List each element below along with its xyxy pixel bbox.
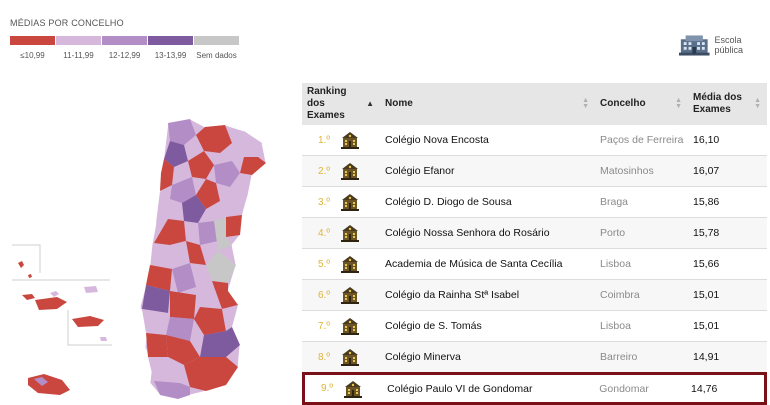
media-cell: 15,01 <box>693 289 720 301</box>
media-cell: 15,78 <box>693 227 720 239</box>
table-row[interactable]: 7.º Colégio de S. Tomás Lisboa 15,01 <box>302 311 767 342</box>
legend-label: 11-11,99 <box>63 51 94 60</box>
table-row[interactable]: 1.º Colégio Nova Encosta Paços de Ferrei… <box>302 125 767 156</box>
portugal-choropleth-map[interactable] <box>0 95 290 405</box>
legend-swatch <box>10 36 55 45</box>
rank-number: 5.º <box>318 258 330 270</box>
media-cell: 14,91 <box>693 351 720 363</box>
legend-item-13: 13-13,99 <box>148 36 193 60</box>
table-body: 1.º Colégio Nova Encosta Paços de Ferrei… <box>302 125 767 405</box>
rank-cell: 7.º <box>302 316 380 336</box>
table-row[interactable]: 4.º Colégio Nossa Senhora do Rosário Por… <box>302 218 767 249</box>
private-school-icon <box>341 349 359 366</box>
private-school-icon <box>341 287 359 304</box>
legend-title: MÉDIAS POR CONCELHO <box>10 18 124 28</box>
concelho-cell: Braga <box>600 196 629 208</box>
private-school-icon <box>341 318 359 335</box>
rank-number: 6.º <box>318 289 330 301</box>
concelho-cell: Paços de Ferreira <box>600 134 684 146</box>
concelho-cell: Lisboa <box>600 320 631 332</box>
private-school-icon <box>341 163 359 180</box>
media-cell: 14,76 <box>691 382 718 395</box>
private-school-icon <box>341 194 359 211</box>
column-header-media[interactable]: Média dos Exames ▲ ▼ <box>688 92 767 116</box>
table-header: Ranking dos Exames ▲ Nome ▲ ▼ Concelho ▲ ▼… <box>302 83 767 125</box>
sort-icon: ▲ ▼ <box>754 97 761 110</box>
column-header-name[interactable]: Nome ▲ ▼ <box>380 97 595 110</box>
legend-label: 13-13,99 <box>154 51 187 60</box>
legend-swatch <box>102 36 147 45</box>
map-legend: MÉDIAS POR CONCELHO ≤10,99 11-11,99 12-1… <box>10 18 239 60</box>
concelho-cell: Matosinhos <box>600 165 654 177</box>
legend-label: ≤10,99 <box>20 51 45 60</box>
legend-item-11: 11-11,99 <box>56 36 101 60</box>
legend-item-sem-dados: Sem dados <box>194 36 239 60</box>
rank-cell: 5.º <box>302 254 380 274</box>
legend-label: 12-12,99 <box>108 51 141 60</box>
media-cell: 15,86 <box>693 196 720 208</box>
legend-swatch <box>194 36 239 45</box>
media-cell: 16,07 <box>693 165 720 177</box>
public-school-icon <box>678 35 710 56</box>
private-school-icon <box>341 256 359 273</box>
rank-number: 4.º <box>318 227 330 239</box>
rank-number: 8.º <box>318 351 330 363</box>
rank-cell: 6.º <box>302 285 380 305</box>
rank-number: 7.º <box>318 320 330 332</box>
school-name-cell: Colégio D. Diogo de Sousa <box>385 196 512 208</box>
school-type-key: Escola pública <box>678 33 770 57</box>
school-name-cell: Colégio Minerva <box>385 351 461 363</box>
private-school-icon <box>341 132 359 149</box>
school-name-cell: Academia de Música de Santa Cecília <box>385 258 563 270</box>
legend-item-12: 12-12,99 <box>102 36 147 60</box>
rank-number: 2.º <box>318 165 330 177</box>
rank-cell: 4.º <box>302 223 380 243</box>
concelho-cell: Lisboa <box>600 258 631 270</box>
concelho-cell: Barreiro <box>600 351 638 363</box>
column-header-concelho[interactable]: Concelho ▲ ▼ <box>595 97 688 110</box>
table-row[interactable]: 6.º Colégio da Rainha Stª Isabel Coimbra… <box>302 280 767 311</box>
rank-cell: 3.º <box>302 192 380 212</box>
media-cell: 16,10 <box>693 134 720 146</box>
concelho-cell: Porto <box>600 227 626 239</box>
media-cell: 15,66 <box>693 258 720 270</box>
table-row[interactable]: 5.º Academia de Música de Santa Cecília … <box>302 249 767 280</box>
ranking-table: Ranking dos Exames ▲ Nome ▲ ▼ Concelho ▲ ▼… <box>302 83 767 405</box>
school-name-cell: Colégio Efanor <box>385 165 455 177</box>
concelho-cell: Coimbra <box>600 289 640 301</box>
rank-cell: 8.º <box>302 347 380 367</box>
school-name-cell: Colégio de S. Tomás <box>385 320 482 332</box>
sort-icon: ▲ ▼ <box>582 97 589 110</box>
rank-cell: 9.º <box>305 379 382 399</box>
legend-label: Sem dados <box>196 51 237 60</box>
sort-icon: ▲ ▼ <box>675 97 682 110</box>
legend-item-le-10-99: ≤10,99 <box>10 36 55 60</box>
rank-number: 1.º <box>318 134 330 146</box>
rank-cell: 1.º <box>302 130 380 150</box>
private-school-icon <box>341 225 359 242</box>
sort-ascending-icon: ▲ <box>366 99 374 108</box>
school-key-label: Escola pública <box>714 35 744 55</box>
rank-cell: 2.º <box>302 161 380 181</box>
school-name-cell: Colégio Paulo VI de Gondomar <box>387 382 533 395</box>
school-name-cell: Colégio Nossa Senhora do Rosário <box>385 227 550 239</box>
rank-number: 3.º <box>318 196 330 208</box>
concelho-cell: Gondomar <box>599 382 649 395</box>
legend-swatch <box>148 36 193 45</box>
media-cell: 15,01 <box>693 320 720 332</box>
legend-swatch <box>56 36 101 45</box>
private-school-icon <box>344 380 362 398</box>
school-name-cell: Colégio da Rainha Stª Isabel <box>385 289 520 301</box>
table-row[interactable]: 3.º Colégio D. Diogo de Sousa Braga 15,8… <box>302 187 767 218</box>
table-row[interactable]: 8.º Colégio Minerva Barreiro 14,91 <box>302 342 767 373</box>
school-name-cell: Colégio Nova Encosta <box>385 134 489 146</box>
table-row[interactable]: 2.º Colégio Efanor Matosinhos 16,07 <box>302 156 767 187</box>
column-header-rank[interactable]: Ranking dos Exames ▲ <box>302 86 380 122</box>
rank-number: 9.º <box>321 383 333 394</box>
table-row[interactable]: 9.º Colégio Paulo VI de Gondomar Gondoma… <box>302 372 767 405</box>
